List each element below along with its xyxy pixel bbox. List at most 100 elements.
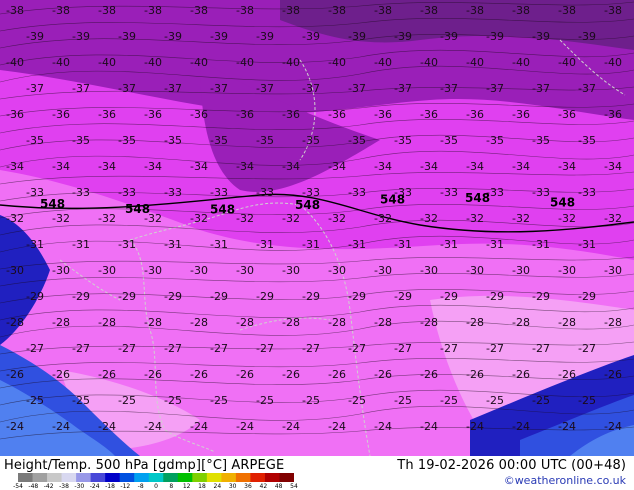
contour-label: -24 — [374, 420, 392, 433]
contour-label: -26 — [98, 368, 116, 381]
legend-tick: 42 — [259, 483, 268, 490]
contour-label: -35 — [440, 134, 458, 147]
contour-label: -27 — [302, 342, 320, 355]
contour-label: -29 — [486, 290, 504, 303]
legend-swatch — [119, 473, 135, 482]
contour-label: -36 — [558, 108, 576, 121]
contour-label: -28 — [604, 316, 622, 329]
contour-label: -34 — [6, 160, 24, 173]
contour-label: -29 — [26, 290, 44, 303]
contour-label: -24 — [190, 420, 208, 433]
contour-label: -29 — [348, 290, 366, 303]
contour-label: -26 — [328, 368, 346, 381]
contour-label: -37 — [72, 82, 90, 95]
legend-tick: 36 — [244, 483, 252, 490]
contour-label: -26 — [420, 368, 438, 381]
contour-label: -24 — [558, 420, 576, 433]
legend-swatch — [148, 473, 164, 482]
contour-label: -38 — [190, 4, 208, 17]
contour-label: -39 — [118, 30, 136, 43]
contour-label: -27 — [72, 342, 90, 355]
contour-label: -38 — [466, 4, 484, 17]
contour-label: -29 — [164, 290, 182, 303]
legend-swatch — [177, 473, 193, 482]
contour-label: -26 — [282, 368, 300, 381]
contour-label: -35 — [486, 134, 504, 147]
height-label: 548 — [125, 202, 150, 216]
height-label: 548 — [295, 198, 320, 212]
legend-tick: 54 — [290, 483, 298, 490]
contour-label: -30 — [466, 264, 484, 277]
contour-label: -30 — [52, 264, 70, 277]
contour-label: -37 — [440, 82, 458, 95]
credit-link[interactable]: ©weatheronline.co.uk — [504, 474, 626, 487]
contour-label: -35 — [532, 134, 550, 147]
contour-label: -30 — [282, 264, 300, 277]
contour-label: -38 — [604, 4, 622, 17]
legend-tick: -42 — [43, 483, 54, 490]
legend-tick: -30 — [74, 483, 85, 490]
contour-label: -35 — [394, 134, 412, 147]
contour-label: -25 — [72, 394, 90, 407]
legend-swatch — [192, 473, 208, 482]
contour-label: -28 — [512, 316, 530, 329]
contour-label: -36 — [512, 108, 530, 121]
contour-label: -31 — [486, 238, 504, 251]
contour-label: -24 — [282, 420, 300, 433]
contour-label: -33 — [578, 186, 596, 199]
map-title: Height/Temp. 500 hPa [gdmp][°C] ARPEGE — [4, 458, 285, 473]
contour-label: -33 — [348, 186, 366, 199]
contour-label: -24 — [236, 420, 254, 433]
contour-label: -40 — [236, 56, 254, 69]
contour-label: -31 — [26, 238, 44, 251]
contour-label: -32 — [190, 212, 208, 225]
contour-label: -36 — [282, 108, 300, 121]
height-label: 548 — [380, 192, 405, 206]
contour-label: -31 — [440, 238, 458, 251]
contour-label: -36 — [328, 108, 346, 121]
contour-label: -27 — [440, 342, 458, 355]
legend-tick: -8 — [137, 483, 144, 490]
contour-label: -31 — [348, 238, 366, 251]
contour-label: -26 — [512, 368, 530, 381]
legend-swatch — [134, 473, 150, 482]
legend-tick: -54 — [13, 483, 23, 490]
contour-label: -35 — [348, 134, 366, 147]
contour-label: -38 — [236, 4, 254, 17]
contour-label: -27 — [394, 342, 412, 355]
contour-label: -37 — [348, 82, 366, 95]
contour-label: -26 — [466, 368, 484, 381]
contour-label: -26 — [558, 368, 576, 381]
contour-label: -32 — [604, 212, 622, 225]
contour-label: -28 — [328, 316, 346, 329]
height-label: 548 — [40, 197, 65, 211]
contour-label: -37 — [394, 82, 412, 95]
contour-label: -32 — [374, 212, 392, 225]
contour-label: -35 — [302, 134, 320, 147]
contour-label: -39 — [302, 30, 320, 43]
contour-label: -31 — [394, 238, 412, 251]
contour-label: -29 — [256, 290, 274, 303]
contour-label: -34 — [512, 160, 530, 173]
contour-label: -24 — [6, 420, 24, 433]
contour-label: -32 — [52, 212, 70, 225]
contour-label: -30 — [328, 264, 346, 277]
contour-label: -29 — [532, 290, 550, 303]
legend-swatch — [90, 473, 106, 482]
contour-label: -36 — [236, 108, 254, 121]
contour-label: -40 — [52, 56, 70, 69]
contour-label: -26 — [374, 368, 392, 381]
contour-label: -33 — [440, 186, 458, 199]
contour-label: -33 — [256, 186, 274, 199]
contour-label: -32 — [420, 212, 438, 225]
legend-swatch — [235, 473, 251, 482]
contour-label: -35 — [210, 134, 228, 147]
contour-label: -26 — [52, 368, 70, 381]
contour-label: -25 — [440, 394, 458, 407]
contour-label: -40 — [420, 56, 438, 69]
contour-label: -36 — [52, 108, 70, 121]
contour-label: -31 — [164, 238, 182, 251]
contour-label: -25 — [210, 394, 228, 407]
contour-label: -29 — [302, 290, 320, 303]
valid-time: Th 19-02-2026 00:00 UTC (00+48) — [397, 458, 626, 473]
